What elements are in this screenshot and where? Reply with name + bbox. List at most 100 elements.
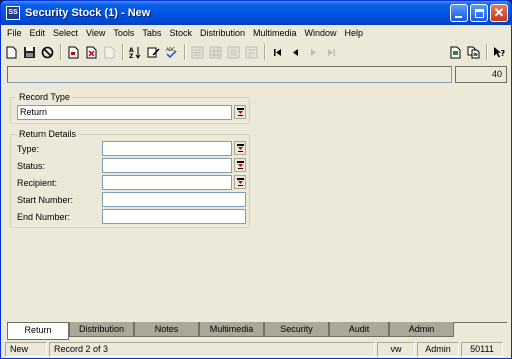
table-view-icon: [209, 46, 222, 58]
toolbar-separator: [264, 44, 266, 60]
report-button[interactable]: [447, 44, 464, 61]
record-type-lookup-button[interactable]: [234, 105, 246, 119]
record-type-field[interactable]: Return: [17, 105, 232, 120]
minimize-button[interactable]: [450, 4, 468, 22]
first-record-icon: [274, 48, 281, 56]
menu-help[interactable]: Help: [341, 28, 368, 38]
tab-admin[interactable]: Admin: [389, 322, 454, 337]
status-field[interactable]: [102, 158, 232, 173]
tab-notes[interactable]: Notes: [134, 322, 199, 337]
edit-icon: [147, 47, 160, 57]
menu-tools[interactable]: Tools: [109, 28, 138, 38]
blank-record-icon: [104, 46, 115, 58]
menu-bar: File Edit Select View Tools Tabs Stock D…: [3, 25, 509, 40]
copy-report-button[interactable]: [465, 44, 482, 61]
copy-record-button[interactable]: [65, 44, 82, 61]
lookup-icon: [236, 178, 244, 186]
next-record-icon: [311, 48, 316, 56]
stop-icon: [41, 46, 54, 58]
menu-window[interactable]: Window: [301, 28, 341, 38]
spell-check-icon: ABC: [166, 47, 177, 58]
page-view-icon: [227, 46, 240, 58]
toolbar-separator: [486, 44, 488, 60]
lookup-icon: [236, 161, 244, 169]
menu-view[interactable]: View: [82, 28, 109, 38]
record-type-group-label: Record Type: [17, 92, 72, 102]
tab-audit[interactable]: Audit: [329, 322, 389, 337]
status-label: Status:: [17, 161, 46, 171]
record-count-field: 40: [455, 66, 507, 83]
tab-distribution[interactable]: Distribution: [69, 322, 134, 337]
status-role: Admin: [417, 342, 459, 357]
end-number-label: End Number:: [17, 212, 71, 222]
svg-text:?: ?: [501, 49, 506, 58]
save-icon: [24, 46, 35, 58]
end-number-field[interactable]: [102, 209, 246, 224]
tab-return[interactable]: Return: [7, 323, 69, 340]
copy-record-icon: [68, 46, 79, 58]
type-field[interactable]: [102, 141, 232, 156]
type-lookup-button[interactable]: [234, 141, 246, 155]
menu-tabs[interactable]: Tabs: [138, 28, 165, 38]
last-record-icon: [328, 48, 335, 56]
menu-select[interactable]: Select: [49, 28, 82, 38]
tab-multimedia[interactable]: Multimedia: [199, 322, 264, 337]
status-record: Record 2 of 3: [49, 342, 375, 357]
recipient-label: Recipient:: [17, 178, 58, 188]
blank-record-button[interactable]: [101, 44, 118, 61]
toolbar-separator: [184, 44, 186, 60]
page-view-button[interactable]: [225, 44, 242, 61]
table-view-button[interactable]: [207, 44, 224, 61]
menu-multimedia[interactable]: Multimedia: [249, 28, 301, 38]
start-number-label: Start Number:: [17, 195, 74, 205]
delete-record-icon: [86, 46, 97, 58]
next-record-button[interactable]: [305, 44, 322, 61]
maximize-button[interactable]: [470, 4, 488, 22]
sort-icon: AZ: [129, 46, 141, 59]
maximize-icon: [475, 9, 484, 18]
title-bar[interactable]: SS Security Stock (1) - New ✕: [1, 1, 511, 25]
menu-edit[interactable]: Edit: [26, 28, 50, 38]
app-icon[interactable]: SS: [6, 6, 20, 20]
first-record-button[interactable]: [269, 44, 286, 61]
delete-record-button[interactable]: [83, 44, 100, 61]
list-view-icon: [245, 46, 258, 58]
toolbar: AZ ABC ?: [3, 41, 509, 63]
menu-stock[interactable]: Stock: [165, 28, 196, 38]
menu-distribution[interactable]: Distribution: [196, 28, 249, 38]
context-help-button[interactable]: ?: [491, 44, 508, 61]
form-view-button[interactable]: [189, 44, 206, 61]
list-view-button[interactable]: [243, 44, 260, 61]
recipient-lookup-button[interactable]: [234, 175, 246, 189]
status-lookup-button[interactable]: [234, 158, 246, 172]
previous-record-button[interactable]: [287, 44, 304, 61]
last-record-button[interactable]: [323, 44, 340, 61]
save-button[interactable]: [21, 44, 38, 61]
status-id: 50111: [461, 342, 503, 357]
status-mode: New: [5, 342, 47, 357]
new-document-button[interactable]: [3, 44, 20, 61]
stop-button[interactable]: [39, 44, 56, 61]
close-icon: ✕: [493, 5, 505, 20]
close-button[interactable]: ✕: [490, 4, 508, 22]
start-number-field[interactable]: [102, 192, 246, 207]
lookup-icon: [236, 108, 244, 116]
tab-security[interactable]: Security: [264, 322, 329, 337]
report-icon: [450, 46, 461, 58]
toolbar-separator: [60, 44, 62, 60]
window-title: Security Stock (1) - New: [25, 7, 151, 19]
sort-button[interactable]: AZ: [127, 44, 144, 61]
status-user: vw: [377, 342, 415, 357]
record-info-bar: [7, 66, 452, 83]
lookup-icon: [236, 144, 244, 152]
context-help-icon: ?: [494, 46, 506, 58]
recipient-field[interactable]: [102, 175, 232, 190]
type-label: Type:: [17, 144, 40, 154]
edit-button[interactable]: [145, 44, 162, 61]
new-document-icon: [6, 46, 17, 58]
form-view-icon: [191, 46, 204, 58]
spell-check-button[interactable]: ABC: [163, 44, 180, 61]
menu-file[interactable]: File: [3, 28, 26, 38]
previous-record-icon: [293, 48, 298, 56]
return-details-group-label: Return Details: [17, 129, 79, 139]
